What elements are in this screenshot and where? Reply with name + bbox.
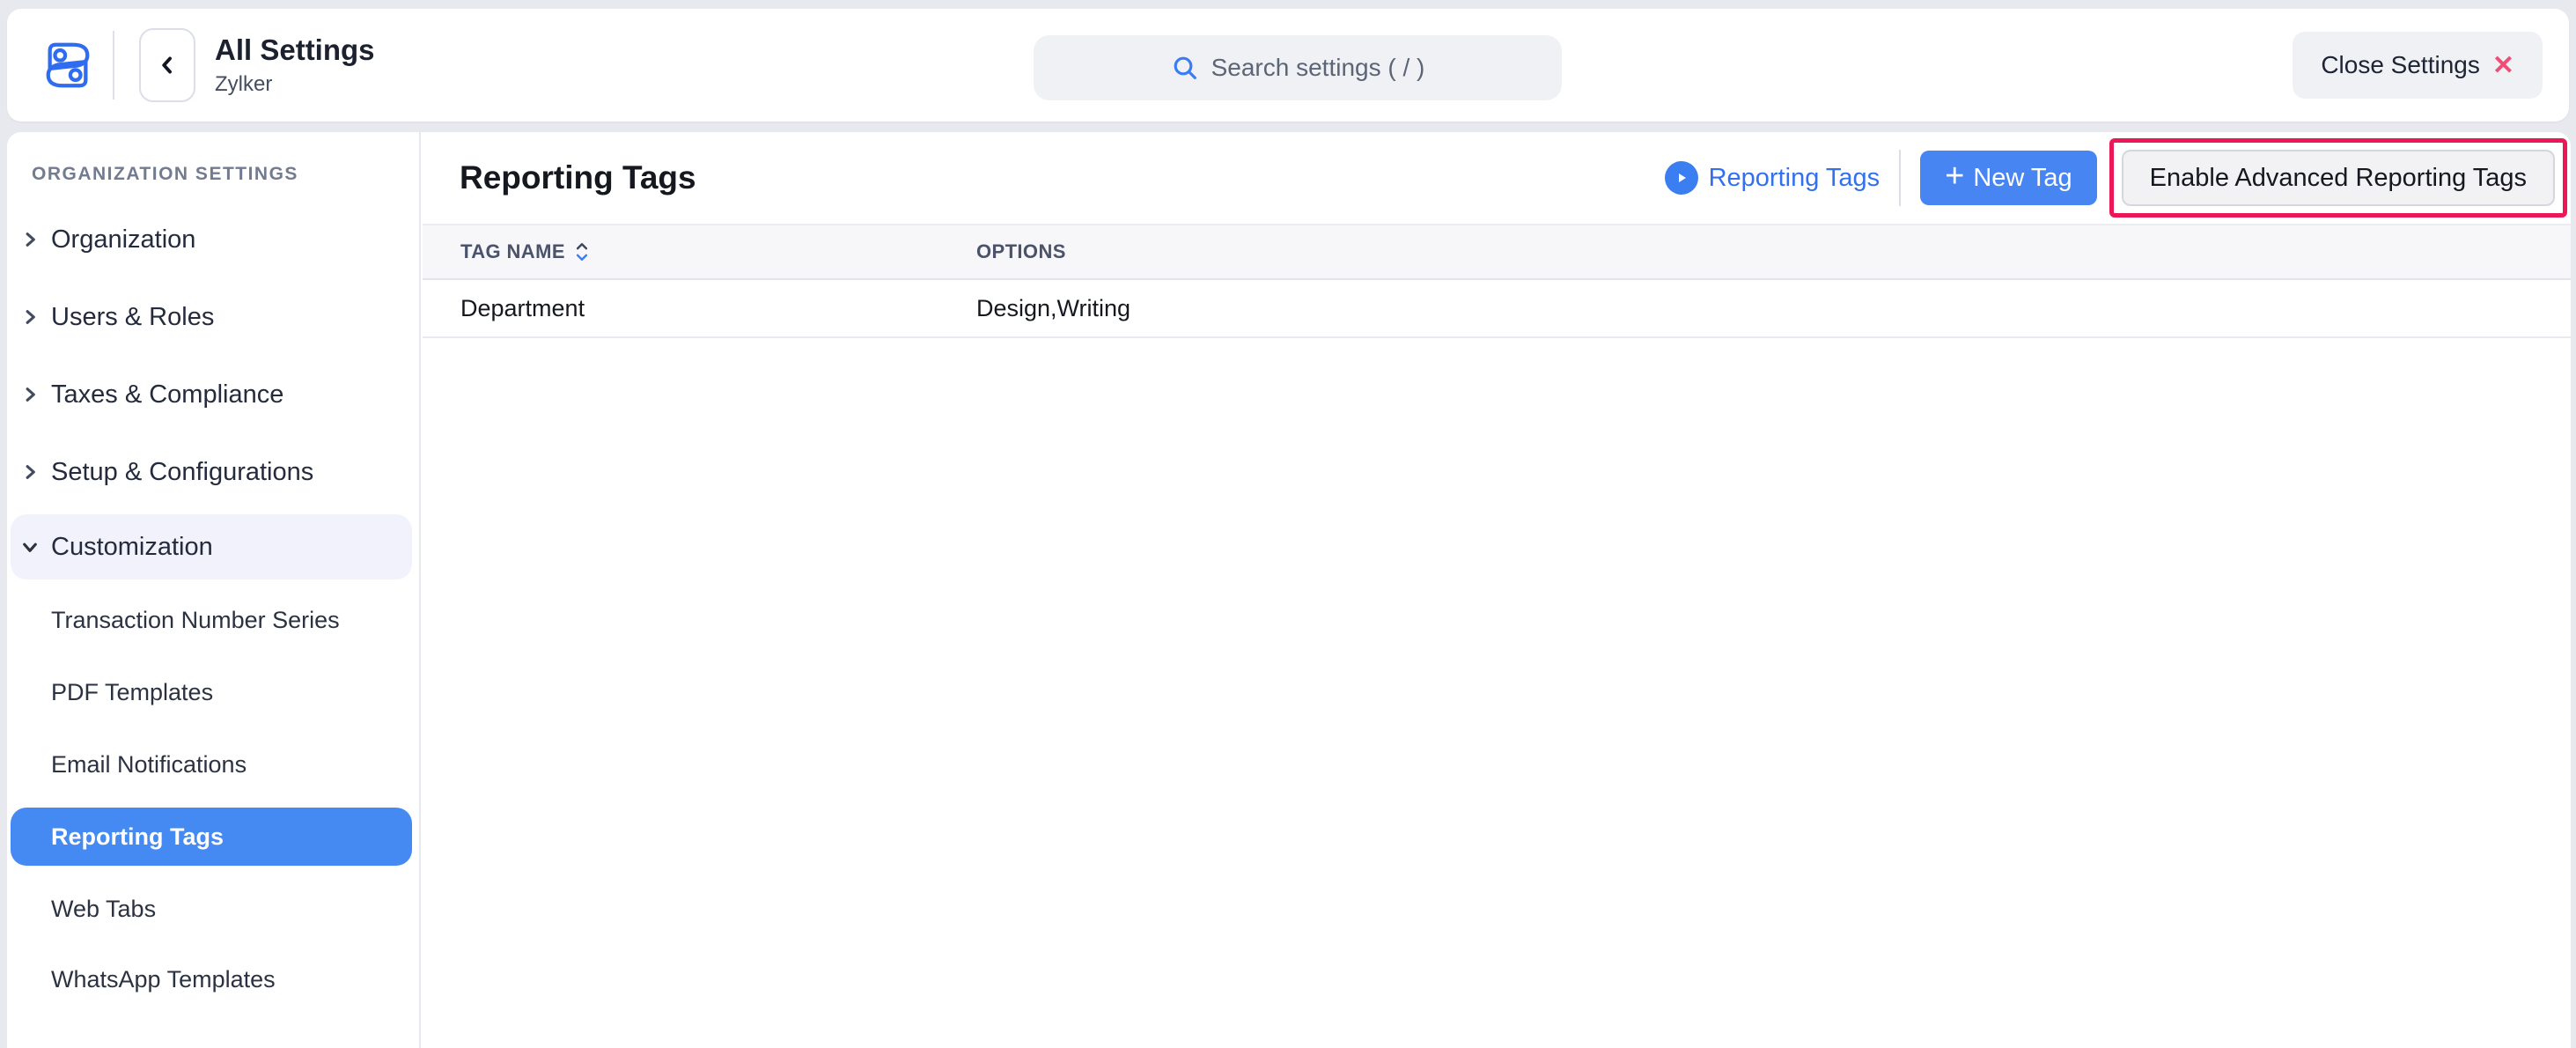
table-header: TAG NAME OPTIONS: [423, 224, 2571, 280]
main-header: Reporting Tags Reporting Tags + New Tag …: [423, 132, 2571, 224]
sidebar-item-reporting-tags[interactable]: Reporting Tags: [11, 808, 412, 866]
org-name: Zylker: [215, 72, 375, 97]
header-titles: All Settings Zylker: [215, 33, 375, 97]
zoho-books-logo-icon: [40, 38, 95, 92]
sidebar-item-taxes-compliance[interactable]: Taxes & Compliance: [11, 365, 412, 424]
search-placeholder: Search settings ( / ): [1211, 54, 1425, 82]
controls-divider: [1899, 150, 1901, 206]
settings-content: ORGANIZATION SETTINGS Organization Users…: [7, 132, 2571, 1048]
main-title: Reporting Tags: [460, 159, 696, 196]
sort-icon: [574, 240, 590, 263]
table-row[interactable]: Department Design,Writing: [423, 280, 2571, 338]
sidebar-item-whatsapp-templates[interactable]: WhatsApp Templates: [11, 950, 412, 1008]
new-tag-button[interactable]: + New Tag: [1920, 151, 2097, 205]
zoho-books-logo[interactable]: [40, 38, 95, 92]
reporting-tags-help-link[interactable]: Reporting Tags: [1665, 161, 1880, 195]
sidebar-item-transaction-number-series[interactable]: Transaction Number Series: [11, 591, 412, 649]
close-settings-label: Close Settings: [2321, 51, 2480, 79]
chevron-down-icon: [11, 538, 49, 556]
chevron-right-icon: [11, 308, 49, 326]
cell-options: Design,Writing: [976, 295, 2571, 322]
sidebar-section-title: ORGANIZATION SETTINGS: [32, 164, 298, 185]
close-icon: ✕: [2492, 50, 2514, 81]
column-options: OPTIONS: [976, 240, 2571, 263]
search-icon: [1171, 54, 1199, 82]
sidebar-item-setup-configurations[interactable]: Setup & Configurations: [11, 442, 412, 502]
sidebar-item-web-tabs[interactable]: Web Tabs: [11, 880, 412, 938]
main-panel: Reporting Tags Reporting Tags + New Tag …: [423, 132, 2571, 1048]
chevron-left-icon: [157, 55, 178, 76]
chevron-right-icon: [11, 386, 49, 403]
header-controls: Reporting Tags + New Tag Enable Advanced…: [1665, 138, 2567, 218]
play-icon: [1665, 161, 1698, 195]
sidebar-item-email-notifications[interactable]: Email Notifications: [11, 735, 412, 793]
plus-icon: +: [1945, 159, 1964, 193]
highlight-annotation-box: Enable Advanced Reporting Tags: [2109, 138, 2567, 218]
sidebar-item-users-roles[interactable]: Users & Roles: [11, 287, 412, 347]
enable-advanced-reporting-tags-button[interactable]: Enable Advanced Reporting Tags: [2122, 150, 2555, 206]
page-title: All Settings: [215, 33, 375, 67]
chevron-right-icon: [11, 231, 49, 248]
sidebar: ORGANIZATION SETTINGS Organization Users…: [7, 132, 421, 1048]
sidebar-item-customization[interactable]: Customization: [11, 514, 412, 579]
sidebar-item-pdf-templates[interactable]: PDF Templates: [11, 663, 412, 721]
chevron-right-icon: [11, 463, 49, 481]
close-settings-button[interactable]: Close Settings ✕: [2293, 32, 2543, 99]
search-input[interactable]: Search settings ( / ): [1034, 35, 1562, 100]
header-divider: [113, 31, 114, 100]
top-bar: All Settings Zylker Search settings ( / …: [7, 9, 2569, 122]
cell-tag-name: Department: [460, 295, 976, 322]
sidebar-item-organization[interactable]: Organization: [11, 210, 412, 269]
new-tag-label: New Tag: [1973, 164, 2072, 193]
column-tag-name[interactable]: TAG NAME: [460, 240, 976, 263]
back-button[interactable]: [139, 28, 195, 102]
